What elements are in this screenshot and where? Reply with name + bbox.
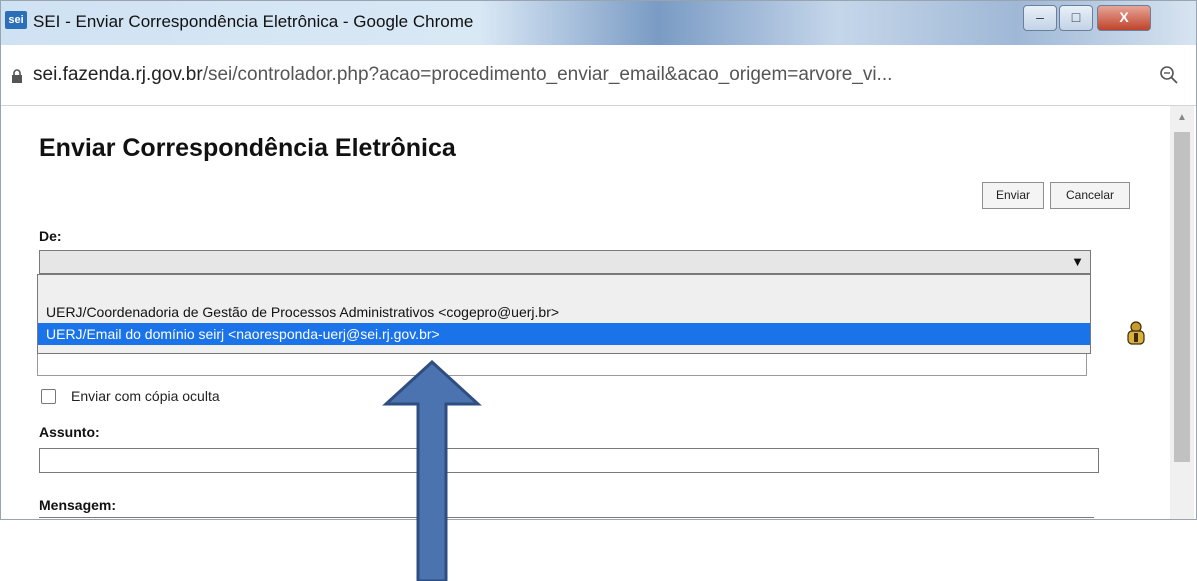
from-option-cogepro[interactable]: UERJ/Coordenadoria de Gestão de Processo… [38, 301, 1090, 323]
sei-app-icon: sei [5, 11, 27, 29]
zoom-icon[interactable] [1159, 65, 1179, 85]
message-label: Mensagem: [39, 497, 117, 513]
vertical-scrollbar[interactable]: ▲ [1170, 106, 1194, 519]
message-editor[interactable] [39, 517, 1094, 518]
from-select[interactable]: ▼ [39, 250, 1091, 274]
from-label: De: [39, 228, 62, 244]
chevron-down-icon: ▼ [1071, 254, 1084, 269]
send-button[interactable]: Enviar [982, 182, 1044, 209]
from-dropdown-list: UERJ/Coordenadoria de Gestão de Processo… [37, 274, 1091, 354]
scroll-up-arrow-icon[interactable]: ▲ [1177, 112, 1187, 123]
url-text[interactable]: sei.fazenda.rj.gov.br/sei/controlador.ph… [33, 64, 892, 86]
lock-icon [12, 69, 22, 83]
from-option-seirj[interactable]: UERJ/Email do domínio seirj <naoresponda… [38, 323, 1090, 345]
bcc-checkbox[interactable] [41, 389, 56, 404]
select-contacts-icon[interactable] [1125, 320, 1147, 346]
page-title: Enviar Correspondência Eletrônica [39, 134, 456, 162]
subject-label: Assunto: [39, 424, 100, 440]
subject-input[interactable] [39, 448, 1099, 473]
cancel-button[interactable]: Cancelar [1050, 182, 1130, 209]
scroll-thumb[interactable] [1174, 132, 1190, 462]
title-bar[interactable]: sei SEI - Enviar Correspondência Eletrôn… [1, 1, 1196, 45]
browser-window: sei SEI - Enviar Correspondência Eletrôn… [0, 0, 1197, 520]
bcc-label: Enviar com cópia oculta [71, 388, 220, 404]
up-arrow-annotation-icon [382, 360, 482, 581]
minimize-button[interactable]: – [1023, 5, 1057, 31]
close-button[interactable]: X [1097, 5, 1151, 31]
url-path: /sei/controlador.php?acao=procedimento_e… [202, 64, 893, 85]
address-bar[interactable]: sei.fazenda.rj.gov.br/sei/controlador.ph… [1, 49, 1196, 106]
window-title: SEI - Enviar Correspondência Eletrônica … [33, 12, 474, 31]
maximize-button[interactable]: □ [1059, 5, 1093, 31]
url-domain: sei.fazenda.rj.gov.br [33, 64, 203, 85]
page-content: Enviar Correspondência Eletrônica Enviar… [1, 106, 1167, 519]
recipients-field[interactable] [37, 354, 1087, 376]
